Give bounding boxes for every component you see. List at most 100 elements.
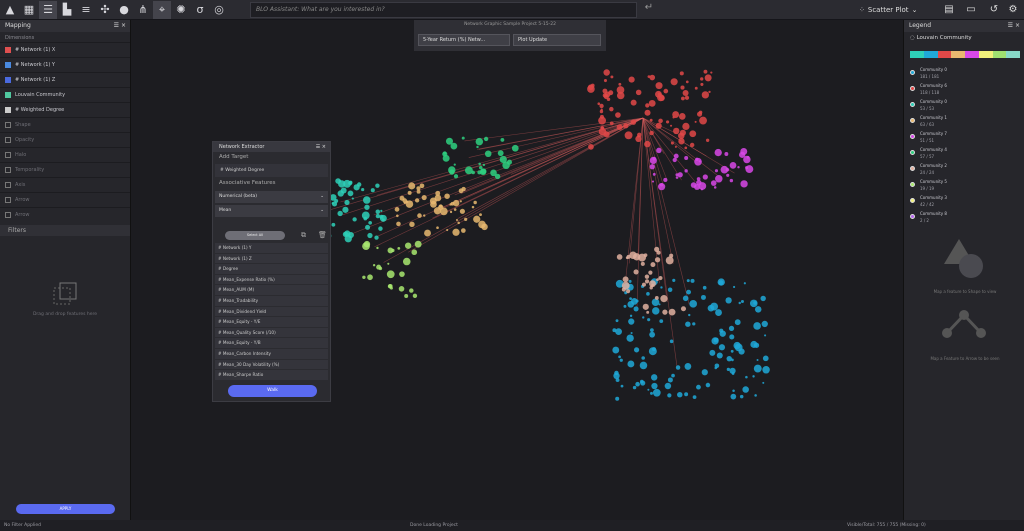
legend-menu-icon[interactable]: ☰ × [1008,20,1020,32]
graph-node[interactable] [745,375,748,379]
graph-node[interactable] [604,91,611,98]
graph-node[interactable] [715,175,723,183]
graph-node[interactable] [704,74,712,82]
graph-node[interactable] [396,221,401,227]
assistant-icon[interactable]: ◎ [210,1,228,19]
graph-node[interactable] [334,198,339,203]
graph-node[interactable] [729,334,735,340]
feature-item[interactable]: # Mean_AUM (M) [215,285,328,296]
graph-node[interactable] [438,204,444,210]
feature-item[interactable]: # Mean_Carbon Intensity [215,348,328,360]
graph-node[interactable] [649,331,656,338]
graph-node[interactable] [731,372,735,375]
graph-node[interactable] [648,99,656,107]
graph-node[interactable] [677,172,683,178]
graph-node[interactable] [342,231,349,237]
graph-node[interactable] [649,164,655,170]
graph-node[interactable] [380,209,383,212]
graph-node[interactable] [685,321,691,327]
graph-node[interactable] [726,355,732,362]
dimension-item[interactable]: Opacity [0,132,130,147]
graph-node[interactable] [404,293,409,298]
graph-node[interactable] [665,120,670,124]
graph-node[interactable] [760,295,766,302]
graph-node[interactable] [337,210,343,217]
graph-node[interactable] [423,214,426,217]
graph-node[interactable] [645,103,650,108]
graph-node[interactable] [479,165,483,170]
graph-node[interactable] [681,96,685,101]
graph-node[interactable] [664,382,672,390]
plot-update-select[interactable]: Plot Update [513,34,601,46]
graph-node[interactable] [445,137,453,145]
graph-node[interactable] [482,163,486,167]
graph-node[interactable] [705,382,711,388]
graph-node[interactable] [654,257,661,263]
graph-node[interactable] [762,366,770,374]
graph-node[interactable] [667,377,673,383]
graph-node[interactable] [733,341,741,350]
graph-node[interactable] [675,173,679,177]
enter-icon[interactable]: ↵ [641,2,657,18]
graph-node[interactable] [449,210,453,214]
graph-node[interactable] [657,92,661,96]
graph-node[interactable] [718,280,724,286]
graph-node[interactable] [378,266,383,271]
graph-node[interactable] [416,189,421,194]
graph-node[interactable] [710,302,719,311]
select-icon[interactable]: ⌖ [153,0,171,19]
graph-node[interactable] [657,94,665,102]
graph-node[interactable] [619,358,623,362]
dimension-item[interactable]: # Weighted Degree [0,102,130,117]
graph-node[interactable] [651,298,660,307]
graph-node[interactable] [641,356,645,360]
graph-node[interactable] [762,381,765,384]
graph-node[interactable] [629,251,637,260]
graph-node[interactable] [387,262,390,265]
graph-node[interactable] [713,186,717,189]
graph-node[interactable] [677,391,683,398]
graph-node[interactable] [630,119,637,125]
graph-node[interactable] [398,285,405,292]
graph-node[interactable] [686,279,690,283]
graph-node[interactable] [419,183,425,189]
graph-node[interactable] [637,132,642,138]
graph-node[interactable] [644,274,650,279]
graph-node[interactable] [665,256,674,265]
graph-node[interactable] [459,200,462,203]
tree-icon[interactable]: ⋔ [134,1,152,19]
graph-node[interactable] [649,156,657,165]
graph-node[interactable] [612,328,617,333]
graph-node[interactable] [633,306,639,312]
graph-node[interactable] [628,279,632,283]
graph-node[interactable] [626,334,634,342]
type-select[interactable]: Numerical (beta) ⌄ [215,191,328,203]
graph-node[interactable] [475,137,484,146]
legend-item[interactable]: Community 3 42 / 42 [908,194,1020,210]
graph-node[interactable] [703,69,708,74]
graph-node[interactable] [667,393,672,398]
feature-item[interactable]: # Mean_Equity - Y/B [215,338,328,349]
graph-node[interactable] [642,316,645,319]
target-field[interactable]: # Weighted Degree [215,164,328,177]
graph-node[interactable] [362,196,371,204]
graph-node[interactable] [743,155,751,164]
graph-node[interactable] [612,346,620,354]
graph-node[interactable] [361,187,365,192]
graph-node[interactable] [672,278,676,282]
graph-node[interactable] [656,278,659,281]
graph-node[interactable] [499,155,507,164]
graph-node[interactable] [453,163,456,166]
graph-node[interactable] [729,178,734,183]
graph-node[interactable] [658,275,663,281]
graph-node[interactable] [615,328,622,336]
graph-node[interactable] [740,180,748,188]
graph-node[interactable] [497,150,504,157]
graph-node[interactable] [375,209,381,214]
graph-node[interactable] [620,384,624,388]
graph-node[interactable] [684,95,690,100]
graph-node[interactable] [652,172,656,176]
graph-node[interactable] [654,246,660,252]
graph-node[interactable] [484,150,492,158]
graph-node[interactable] [694,183,700,190]
